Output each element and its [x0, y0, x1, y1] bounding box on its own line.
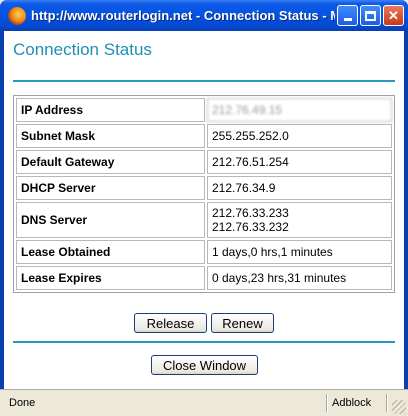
- table-row: Lease Obtained 1 days,0 hrs,1 minutes: [16, 240, 392, 264]
- firefox-icon: [8, 6, 26, 25]
- table-row: Default Gateway 212.76.51.254: [16, 150, 392, 174]
- status-separator: [386, 394, 388, 412]
- dns-server-primary: 212.76.33.233: [212, 206, 289, 220]
- table-row: DNS Server 212.76.33.233 212.76.33.232: [16, 202, 392, 238]
- close-icon: ✕: [388, 8, 399, 23]
- page-title: Connection Status: [13, 40, 152, 59]
- table-row: Subnet Mask 255.255.252.0: [16, 124, 392, 148]
- minimize-button[interactable]: [337, 5, 358, 26]
- minimize-icon: [343, 18, 352, 21]
- dns-server-secondary: 212.76.33.232: [212, 220, 289, 234]
- close-window-button[interactable]: Close Window: [151, 355, 258, 375]
- subnet-mask-value: 255.255.252.0: [207, 124, 392, 148]
- window-title: http://www.routerlogin.net - Connection …: [31, 8, 335, 23]
- release-button[interactable]: Release: [134, 313, 207, 333]
- divider: [13, 80, 395, 82]
- dhcp-server-value: 212.76.34.9: [207, 176, 392, 200]
- renew-button[interactable]: Renew: [211, 313, 274, 333]
- row-label: Subnet Mask: [16, 124, 205, 148]
- close-button[interactable]: ✕: [383, 5, 404, 26]
- row-label: Lease Expires: [16, 266, 205, 290]
- status-separator: [326, 394, 328, 412]
- row-label: DHCP Server: [16, 176, 205, 200]
- maximize-icon: [365, 10, 376, 21]
- status-text: Done: [9, 397, 36, 409]
- connection-status-table: IP Address 212.76.49.15 Subnet Mask 255.…: [13, 95, 395, 293]
- maximize-button[interactable]: [360, 5, 381, 26]
- dns-server-value: 212.76.33.233 212.76.33.232: [207, 202, 392, 238]
- default-gateway-value: 212.76.51.254: [207, 150, 392, 174]
- row-label: IP Address: [16, 98, 205, 122]
- status-bar: Done Adblock: [0, 389, 408, 416]
- lease-obtained-value: 1 days,0 hrs,1 minutes: [207, 240, 392, 264]
- row-label: DNS Server: [16, 202, 205, 238]
- table-row: IP Address 212.76.49.15: [16, 98, 392, 122]
- row-label: Default Gateway: [16, 150, 205, 174]
- title-bar[interactable]: http://www.routerlogin.net - Connection …: [0, 0, 408, 31]
- lease-expires-value: 0 days,23 hrs,31 minutes: [207, 266, 392, 290]
- page-content: Connection Status IP Address 212.76.49.1…: [4, 31, 404, 389]
- resize-grip-icon[interactable]: [392, 400, 406, 414]
- table-row: DHCP Server 212.76.34.9: [16, 176, 392, 200]
- table-row: Lease Expires 0 days,23 hrs,31 minutes: [16, 266, 392, 290]
- ip-address-value: 212.76.49.15: [207, 98, 392, 122]
- divider: [13, 341, 395, 343]
- adblock-status[interactable]: Adblock: [332, 397, 382, 409]
- row-label: Lease Obtained: [16, 240, 205, 264]
